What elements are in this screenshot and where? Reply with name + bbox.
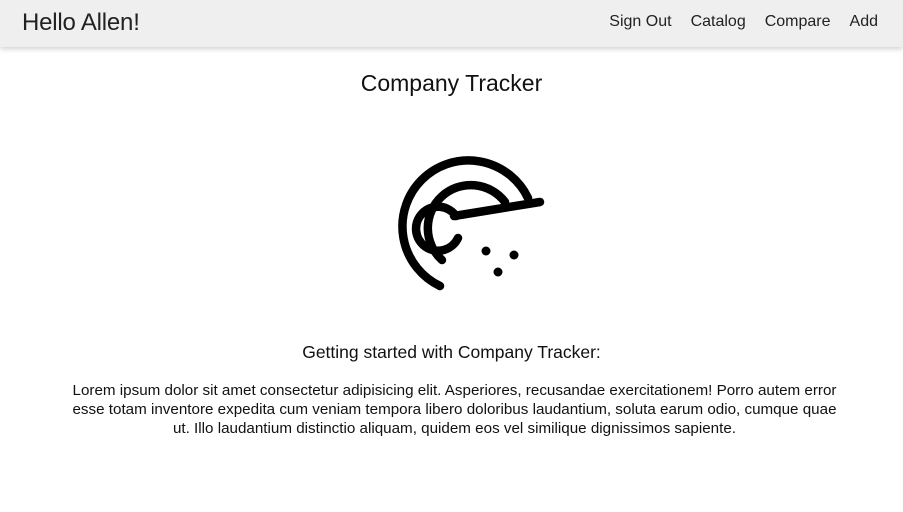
navbar: Hello Allen! Sign Out Catalog Compare Ad…	[0, 0, 903, 47]
nav-links: Sign Out Catalog Compare Add	[609, 12, 878, 32]
compare-link[interactable]: Compare	[765, 12, 831, 32]
brand-greeting[interactable]: Hello Allen!	[22, 9, 140, 37]
getting-started-heading: Getting started with Company Tracker:	[302, 342, 601, 362]
sign-out-link[interactable]: Sign Out	[609, 12, 671, 32]
description-text: Lorem ipsum dolor sit amet consectetur a…	[72, 382, 837, 437]
radar-icon	[398, 156, 545, 291]
page-title: Company Tracker	[360, 70, 543, 96]
add-link[interactable]: Add	[850, 12, 878, 32]
catalog-link[interactable]: Catalog	[691, 12, 746, 32]
